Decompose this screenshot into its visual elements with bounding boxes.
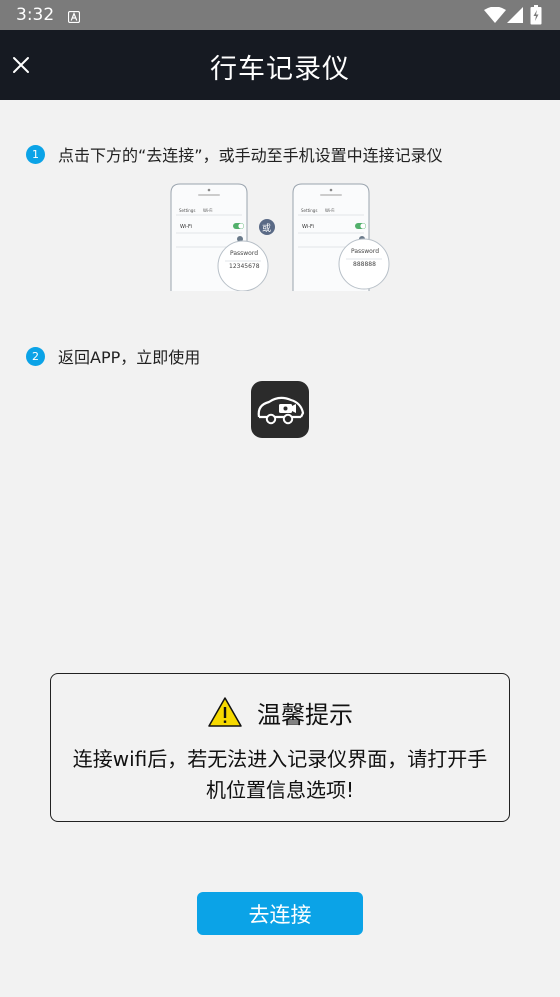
wifi-settings-illustration: Settings Wi-Fi Wi-Fi Password 12345678 或… (168, 181, 400, 292)
tip-header: 温馨提示 (51, 694, 509, 730)
phone-2-wifi-label: Wi-Fi (302, 224, 314, 230)
status-time: 3:32 (16, 5, 55, 25)
phone-1-back: Settings (179, 208, 196, 213)
tip-title: 温馨提示 (257, 700, 353, 729)
phone-1-title: Wi-Fi (203, 208, 213, 213)
step-text: 点击下方的“去连接”，或手动至手机设置中连接记录仪 (58, 146, 443, 165)
or-label: 或 (262, 224, 272, 234)
step-1: 1 点击下方的“去连接”，或手动至手机设置中连接记录仪 (26, 143, 443, 165)
step-text: 返回APP，立即使用 (58, 348, 201, 367)
step-number-badge: 2 (26, 346, 45, 366)
phone-1-password-value: 12345678 (229, 263, 260, 270)
page-title: 行车记录仪 (210, 54, 350, 85)
phone-2-password-label: Password (351, 248, 380, 255)
warning-icon (208, 697, 242, 727)
app-icon (251, 381, 309, 438)
app-bar: 行车记录仪 (0, 30, 560, 100)
connect-button[interactable]: 去连接 (197, 892, 363, 935)
phone-2-title: Wi-Fi (325, 208, 335, 213)
step-number-badge: 1 (26, 144, 45, 164)
step-2: 2 返回APP，立即使用 (26, 345, 200, 367)
notification-icon (67, 8, 81, 27)
phone-2-password-value: 888888 (353, 261, 376, 268)
dashcam-car-icon (257, 396, 305, 425)
warm-tip-box: 温馨提示 连接wifi后，若无法进入记录仪界面，请打开手机位置信息选项! (50, 673, 510, 822)
tip-message: 连接wifi后，若无法进入记录仪界面，请打开手机位置信息选项! (72, 747, 488, 802)
phone-1-password-label: Password (230, 250, 259, 257)
signal-icon (507, 7, 523, 27)
wifi-icon (484, 6, 506, 27)
battery-icon (530, 5, 542, 29)
phone-2-back: Settings (301, 208, 318, 213)
status-bar: 3:32 (0, 0, 560, 30)
phone-1-wifi-label: Wi-Fi (180, 224, 192, 230)
